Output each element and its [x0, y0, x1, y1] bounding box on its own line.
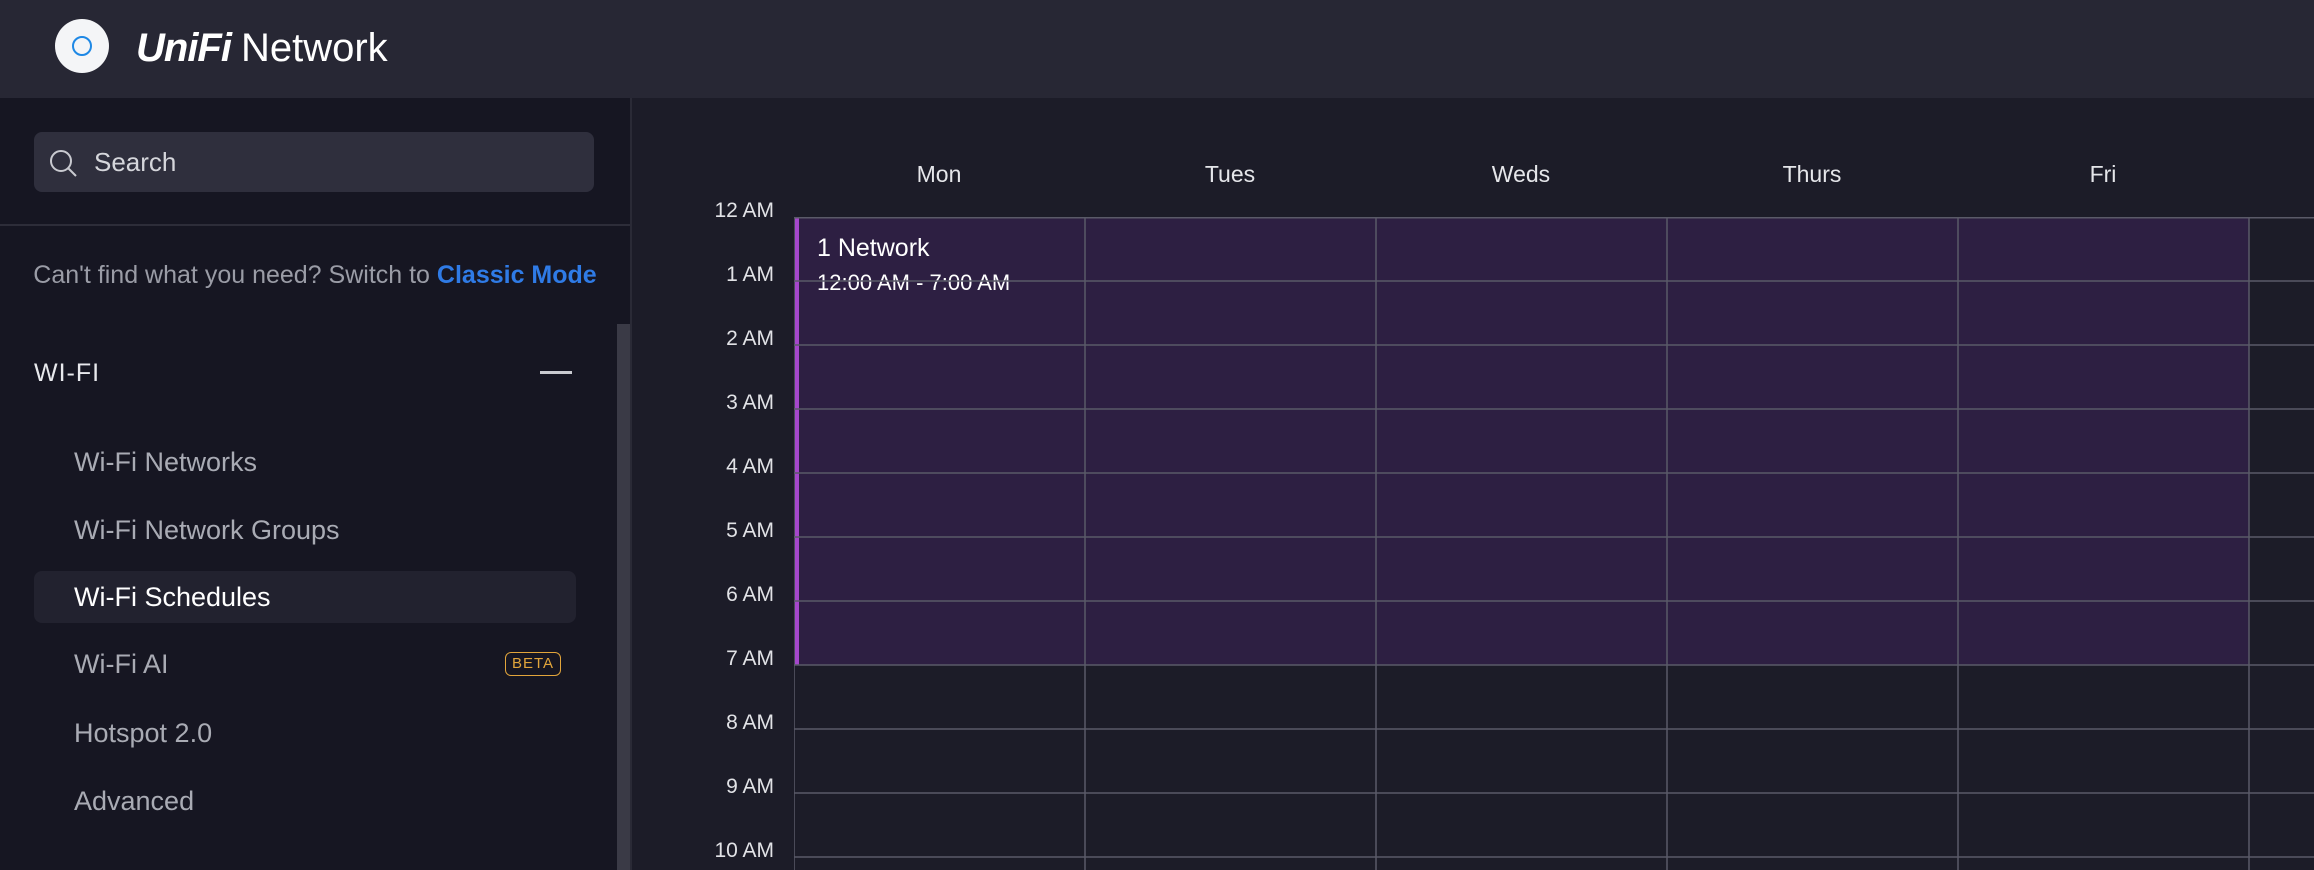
hour-label: 12 AM [714, 199, 774, 222]
classic-mode-prompt: Can't find what you need? Switch to Clas… [0, 258, 630, 292]
day-label-fri: Fri [2089, 161, 2117, 187]
hour-label: 8 AM [726, 711, 774, 734]
sidebar: Search Can't find what you need? Switch … [0, 98, 632, 870]
sidebar-item-hotspot[interactable]: Hotspot 2.0 [34, 707, 576, 759]
classic-mode-link[interactable]: Classic Mode [437, 261, 597, 289]
collapse-icon[interactable] [540, 371, 572, 374]
sidebar-divider [0, 224, 630, 226]
sidebar-item-wifi-schedules[interactable]: Wi-Fi Schedules [34, 571, 576, 623]
sidebar-item-label: Wi-Fi Schedules [74, 582, 271, 612]
day-label-weds: Weds [1491, 161, 1551, 187]
day-label-mon: Mon [916, 161, 962, 187]
search-placeholder: Search [94, 147, 177, 177]
unifi-logo-icon[interactable] [55, 19, 109, 73]
brand-logo-text: UniFi [136, 26, 232, 70]
sidebar-item-advanced[interactable]: Advanced [34, 775, 576, 827]
hour-label: 6 AM [726, 583, 774, 606]
schedule-panel: Mon Tues Weds Thurs Fri 12 AM 1 AM 2 AM … [632, 98, 2314, 870]
day-label-tues: Tues [1204, 161, 1256, 187]
brand-name: Network [240, 26, 388, 70]
section-title-wifi: WI-FI [34, 359, 101, 387]
hour-label: 2 AM [726, 327, 774, 350]
day-label-thurs: Thurs [1782, 161, 1842, 187]
sidebar-item-wifi-networks[interactable]: Wi-Fi Networks [34, 436, 576, 488]
sidebar-item-label: Hotspot 2.0 [74, 718, 213, 748]
sidebar-item-label: Wi-Fi Networks [74, 447, 257, 477]
top-bar: UniFi Network [0, 0, 2314, 98]
search-icon [50, 150, 77, 177]
hour-label: 5 AM [726, 519, 774, 542]
hour-label: 3 AM [726, 391, 774, 414]
sidebar-item-wifi-network-groups[interactable]: Wi-Fi Network Groups [34, 504, 576, 556]
sidebar-item-label: Wi-Fi AI [74, 649, 169, 679]
hour-label: 1 AM [726, 263, 774, 286]
sidebar-item-wifi-ai[interactable]: Wi-Fi AI BETA [34, 638, 576, 690]
sidebar-scrollbar[interactable] [617, 324, 630, 870]
brand-title: UniFi Network [136, 22, 388, 74]
hour-label: 10 AM [714, 839, 774, 862]
hour-label: 7 AM [726, 647, 774, 670]
sidebar-item-label: Advanced [74, 786, 195, 816]
beta-badge: BETA [505, 652, 562, 676]
hour-label: 9 AM [726, 775, 774, 798]
hour-label: 4 AM [726, 455, 774, 478]
schedule-grid[interactable] [794, 217, 2314, 870]
sidebar-item-label: Wi-Fi Network Groups [74, 515, 340, 545]
classic-mode-text: Can't find what you need? Switch to [33, 261, 430, 289]
search-input[interactable]: Search [34, 132, 594, 192]
